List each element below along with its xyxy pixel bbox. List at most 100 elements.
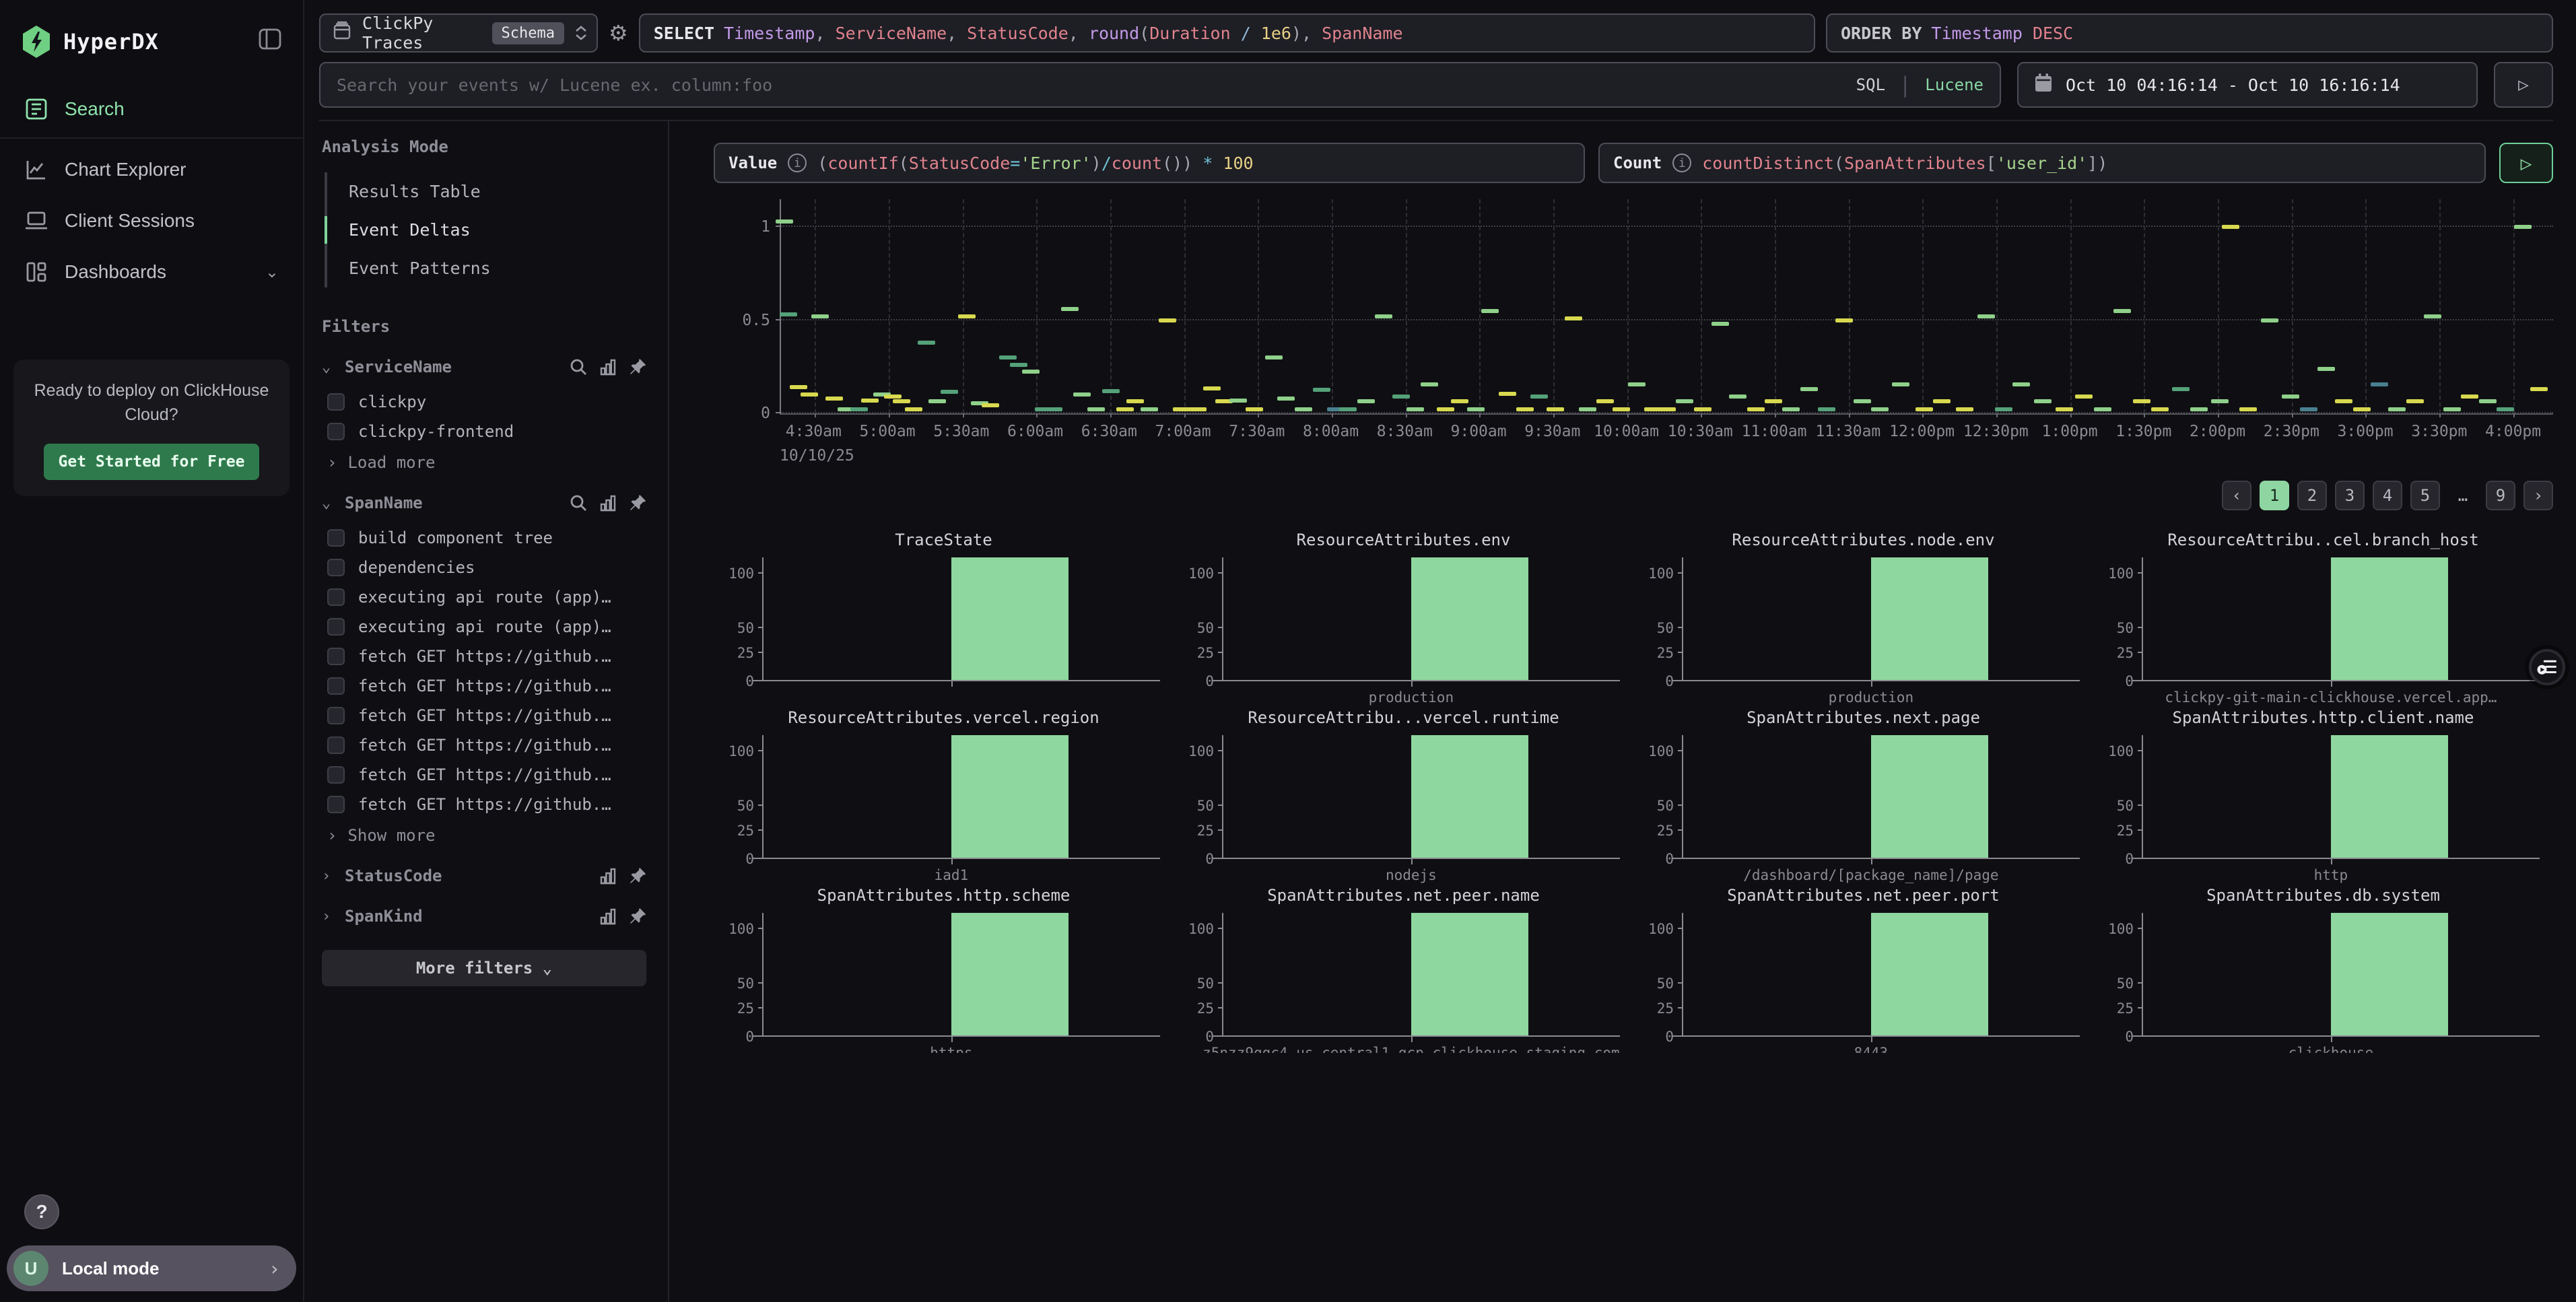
value-bar[interactable] — [951, 913, 1069, 1035]
pin-icon[interactable] — [629, 358, 646, 376]
event-delta-mark[interactable] — [1295, 407, 1312, 411]
event-delta-mark[interactable] — [1102, 389, 1120, 393]
chart-plot[interactable]: 02550100https — [762, 913, 1155, 1037]
event-delta-mark[interactable] — [1628, 382, 1646, 386]
lucene-mode-toggle[interactable]: Lucene — [1925, 75, 1984, 94]
filter-group-name[interactable]: StatusCode — [345, 866, 590, 885]
checkbox[interactable] — [327, 677, 345, 695]
event-delta-mark[interactable] — [1022, 370, 1040, 374]
search-input[interactable] — [337, 75, 1843, 95]
chevron-down-icon[interactable]: ⌄ — [322, 359, 335, 376]
select-clause-input[interactable]: SELECTTimestamp, ServiceName, StatusCode… — [639, 13, 1815, 53]
event-delta-mark[interactable] — [1116, 407, 1134, 411]
event-delta-mark[interactable] — [958, 314, 976, 318]
event-delta-mark[interactable] — [2094, 407, 2111, 411]
event-delta-mark[interactable] — [1933, 399, 1951, 403]
event-delta-mark[interactable] — [2388, 407, 2406, 411]
filter-checkbox-item[interactable]: fetch GET https://github.… — [322, 701, 646, 730]
event-delta-mark[interactable] — [1173, 407, 1190, 411]
chart-plot[interactable]: 025501008443 — [1682, 913, 2074, 1037]
date-range-picker[interactable]: Oct 10 04:16:14 - Oct 10 16:16:14 — [2017, 62, 2478, 108]
sidebar-item-client-sessions[interactable]: Client Sessions — [0, 195, 303, 246]
checkbox[interactable] — [327, 736, 345, 754]
filter-checkbox-item[interactable]: build component tree — [322, 523, 646, 553]
filter-group-name[interactable]: SpanName — [345, 493, 560, 512]
event-delta-mark[interactable] — [982, 403, 999, 407]
event-delta-mark[interactable] — [1995, 407, 2012, 411]
event-delta-mark[interactable] — [2443, 407, 2461, 411]
pagination-page-9[interactable]: 9 — [2486, 481, 2515, 510]
value-bar[interactable] — [2331, 913, 2448, 1035]
bar-chart-icon[interactable] — [599, 868, 617, 884]
chart-plot[interactable]: 02550100clickhouse — [2142, 913, 2534, 1037]
event-delta-mark[interactable] — [1159, 318, 1176, 322]
collapse-sidebar-icon[interactable] — [259, 28, 281, 56]
event-delta-mark[interactable] — [2034, 399, 2052, 403]
delta-chart-plot[interactable]: 00.51 — [780, 199, 2553, 415]
event-delta-mark[interactable] — [2211, 399, 2229, 403]
event-delta-mark[interactable] — [1747, 407, 1765, 411]
checkbox[interactable] — [327, 529, 345, 547]
search-icon[interactable] — [570, 494, 587, 512]
search-icon[interactable] — [570, 358, 587, 376]
event-delta-mark[interactable] — [1246, 407, 1263, 411]
event-delta-mark[interactable] — [2514, 225, 2532, 229]
event-delta-mark[interactable] — [1357, 399, 1375, 403]
analysis-mode-event-deltas[interactable]: Event Deltas — [327, 211, 646, 249]
event-delta-mark[interactable] — [2239, 407, 2257, 411]
event-delta-mark[interactable] — [1579, 407, 1596, 411]
event-delta-mark[interactable] — [1467, 407, 1485, 411]
filter-checkbox-item[interactable]: fetch GET https://github.… — [322, 671, 646, 701]
filter-checkbox-item[interactable]: fetch GET https://github.… — [322, 642, 646, 671]
event-delta-mark[interactable] — [2133, 399, 2150, 403]
sql-mode-toggle[interactable]: SQL — [1856, 75, 1885, 94]
count-expression-input[interactable]: Count i countDistinct(SpanAttributes['us… — [1598, 143, 2486, 183]
pin-icon[interactable] — [629, 907, 646, 925]
value-bar[interactable] — [1411, 557, 1528, 680]
filter-group-name[interactable]: SpanKind — [345, 907, 590, 926]
event-delta-mark[interactable] — [1010, 363, 1027, 367]
checkbox[interactable] — [327, 707, 345, 724]
event-delta-mark[interactable] — [1229, 399, 1247, 403]
event-delta-mark[interactable] — [1658, 407, 1676, 411]
value-bar[interactable] — [1411, 735, 1528, 858]
event-delta-mark[interactable] — [1729, 395, 1747, 399]
event-delta-mark[interactable] — [2172, 387, 2190, 391]
event-delta-mark[interactable] — [2497, 407, 2514, 411]
checkbox[interactable] — [327, 423, 345, 440]
bar-chart-icon[interactable] — [599, 359, 617, 375]
chart-options-fab[interactable] — [2529, 649, 2565, 685]
event-delta-mark[interactable] — [1203, 386, 1221, 390]
event-delta-mark[interactable] — [2222, 225, 2239, 229]
filter-checkbox-item[interactable]: dependencies — [322, 553, 646, 582]
bar-chart-icon[interactable] — [599, 495, 617, 511]
order-by-input[interactable]: ORDER BYTimestamp DESC — [1826, 13, 2553, 53]
pagination-page-1[interactable]: 1 — [2260, 481, 2289, 510]
event-delta-mark[interactable] — [1765, 399, 1782, 403]
event-delta-mark[interactable] — [941, 390, 958, 394]
event-delta-mark[interactable] — [2282, 395, 2299, 399]
filter-checkbox-item[interactable]: fetch GET https://github.… — [322, 790, 646, 819]
pagination-next[interactable]: › — [2523, 481, 2553, 510]
event-delta-mark[interactable] — [918, 341, 935, 345]
checkbox[interactable] — [327, 618, 345, 636]
chart-plot[interactable]: 02550100 — [762, 557, 1155, 681]
event-delta-mark[interactable] — [1916, 407, 1933, 411]
checkbox[interactable] — [327, 648, 345, 665]
event-delta-mark[interactable] — [2461, 395, 2478, 399]
event-delta-mark[interactable] — [1676, 399, 1693, 403]
value-bar[interactable] — [951, 557, 1069, 680]
event-delta-mark[interactable] — [2056, 407, 2073, 411]
chart-plot[interactable]: 02550100/dashboard/[package_name]/page — [1682, 735, 2074, 859]
event-delta-mark[interactable] — [1073, 392, 1091, 397]
checkbox[interactable] — [327, 559, 345, 576]
filter-checkbox-item[interactable]: executing api route (app)… — [322, 612, 646, 642]
event-delta-mark[interactable] — [999, 355, 1017, 359]
pagination-prev[interactable]: ‹ — [2222, 481, 2251, 510]
filter-show-more[interactable]: › Show more — [322, 819, 646, 845]
event-delta-mark[interactable] — [850, 407, 868, 411]
value-bar[interactable] — [1871, 557, 1988, 680]
event-delta-mark[interactable] — [1061, 307, 1079, 311]
event-delta-mark[interactable] — [893, 399, 910, 403]
event-delta-mark[interactable] — [801, 392, 818, 397]
